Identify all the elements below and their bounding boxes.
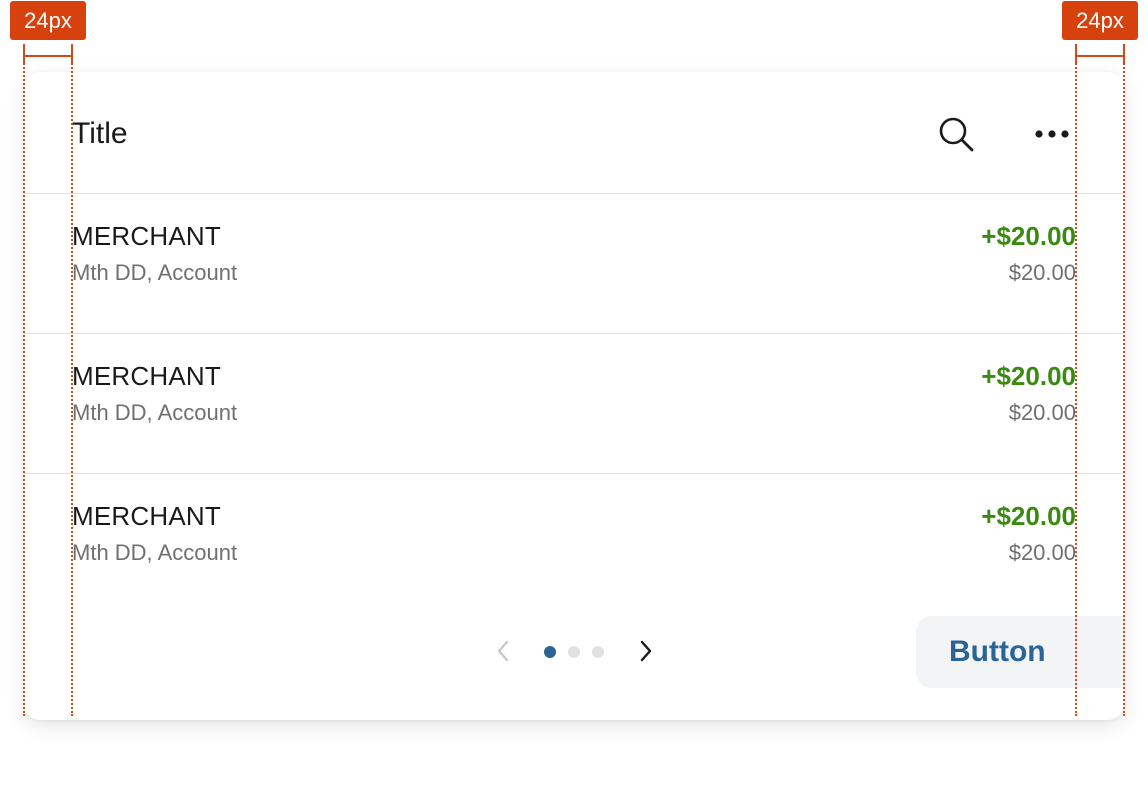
transaction-row[interactable]: MERCHANT Mth DD, Account +$20.00 $20.00 [24, 334, 1124, 474]
pager-dot-1[interactable] [544, 646, 556, 658]
left-measure-tick [71, 46, 73, 64]
transaction-amount: +$20.00 [981, 221, 1076, 251]
transaction-amount: +$20.00 [981, 361, 1076, 391]
merchant-name: MERCHANT [72, 221, 221, 251]
action-button[interactable]: Button [916, 616, 1124, 688]
right-spacing-label: 24px [1062, 1, 1138, 40]
left-measure-line [24, 55, 72, 57]
more-options-button[interactable] [1030, 112, 1074, 156]
left-spacing-label: 24px [10, 1, 86, 40]
merchant-name: MERCHANT [72, 501, 221, 531]
card-title: Title [72, 117, 128, 150]
transaction-row[interactable]: MERCHANT Mth DD, Account +$20.00 $20.00 [24, 474, 1124, 614]
more-horizontal-icon [1035, 130, 1069, 138]
left-content-guide [71, 44, 73, 716]
chevron-left-icon [497, 640, 509, 662]
right-measure-tick [1075, 46, 1077, 64]
pager-dot-3[interactable] [592, 646, 604, 658]
card-header: Title [24, 72, 1124, 194]
pager-next-button[interactable] [631, 636, 661, 666]
transaction-amount: +$20.00 [981, 501, 1076, 531]
transaction-balance: $20.00 [1008, 540, 1076, 565]
transaction-date-account: Mth DD, Account [72, 260, 238, 285]
transaction-date-account: Mth DD, Account [72, 400, 238, 425]
search-button[interactable] [934, 112, 978, 156]
right-measure-line [1076, 55, 1124, 57]
search-icon [939, 117, 974, 152]
left-measure-tick [23, 46, 25, 64]
transaction-row[interactable]: MERCHANT Mth DD, Account +$20.00 $20.00 [24, 194, 1124, 334]
right-content-guide [1075, 44, 1077, 716]
transaction-balance: $20.00 [1008, 260, 1076, 285]
stage: Title MERCHANT Mth DD, Account +$20.00 $… [0, 0, 1148, 792]
right-margin-guide [1123, 44, 1125, 716]
transaction-balance: $20.00 [1008, 400, 1076, 425]
left-margin-guide [23, 44, 25, 716]
pager-dot-2[interactable] [568, 646, 580, 658]
right-measure-tick [1123, 46, 1125, 64]
chevron-right-icon [640, 640, 652, 662]
pager-prev-button[interactable] [488, 636, 518, 666]
transaction-date-account: Mth DD, Account [72, 540, 238, 565]
transactions-card: Title MERCHANT Mth DD, Account +$20.00 $… [24, 72, 1124, 720]
merchant-name: MERCHANT [72, 361, 221, 391]
